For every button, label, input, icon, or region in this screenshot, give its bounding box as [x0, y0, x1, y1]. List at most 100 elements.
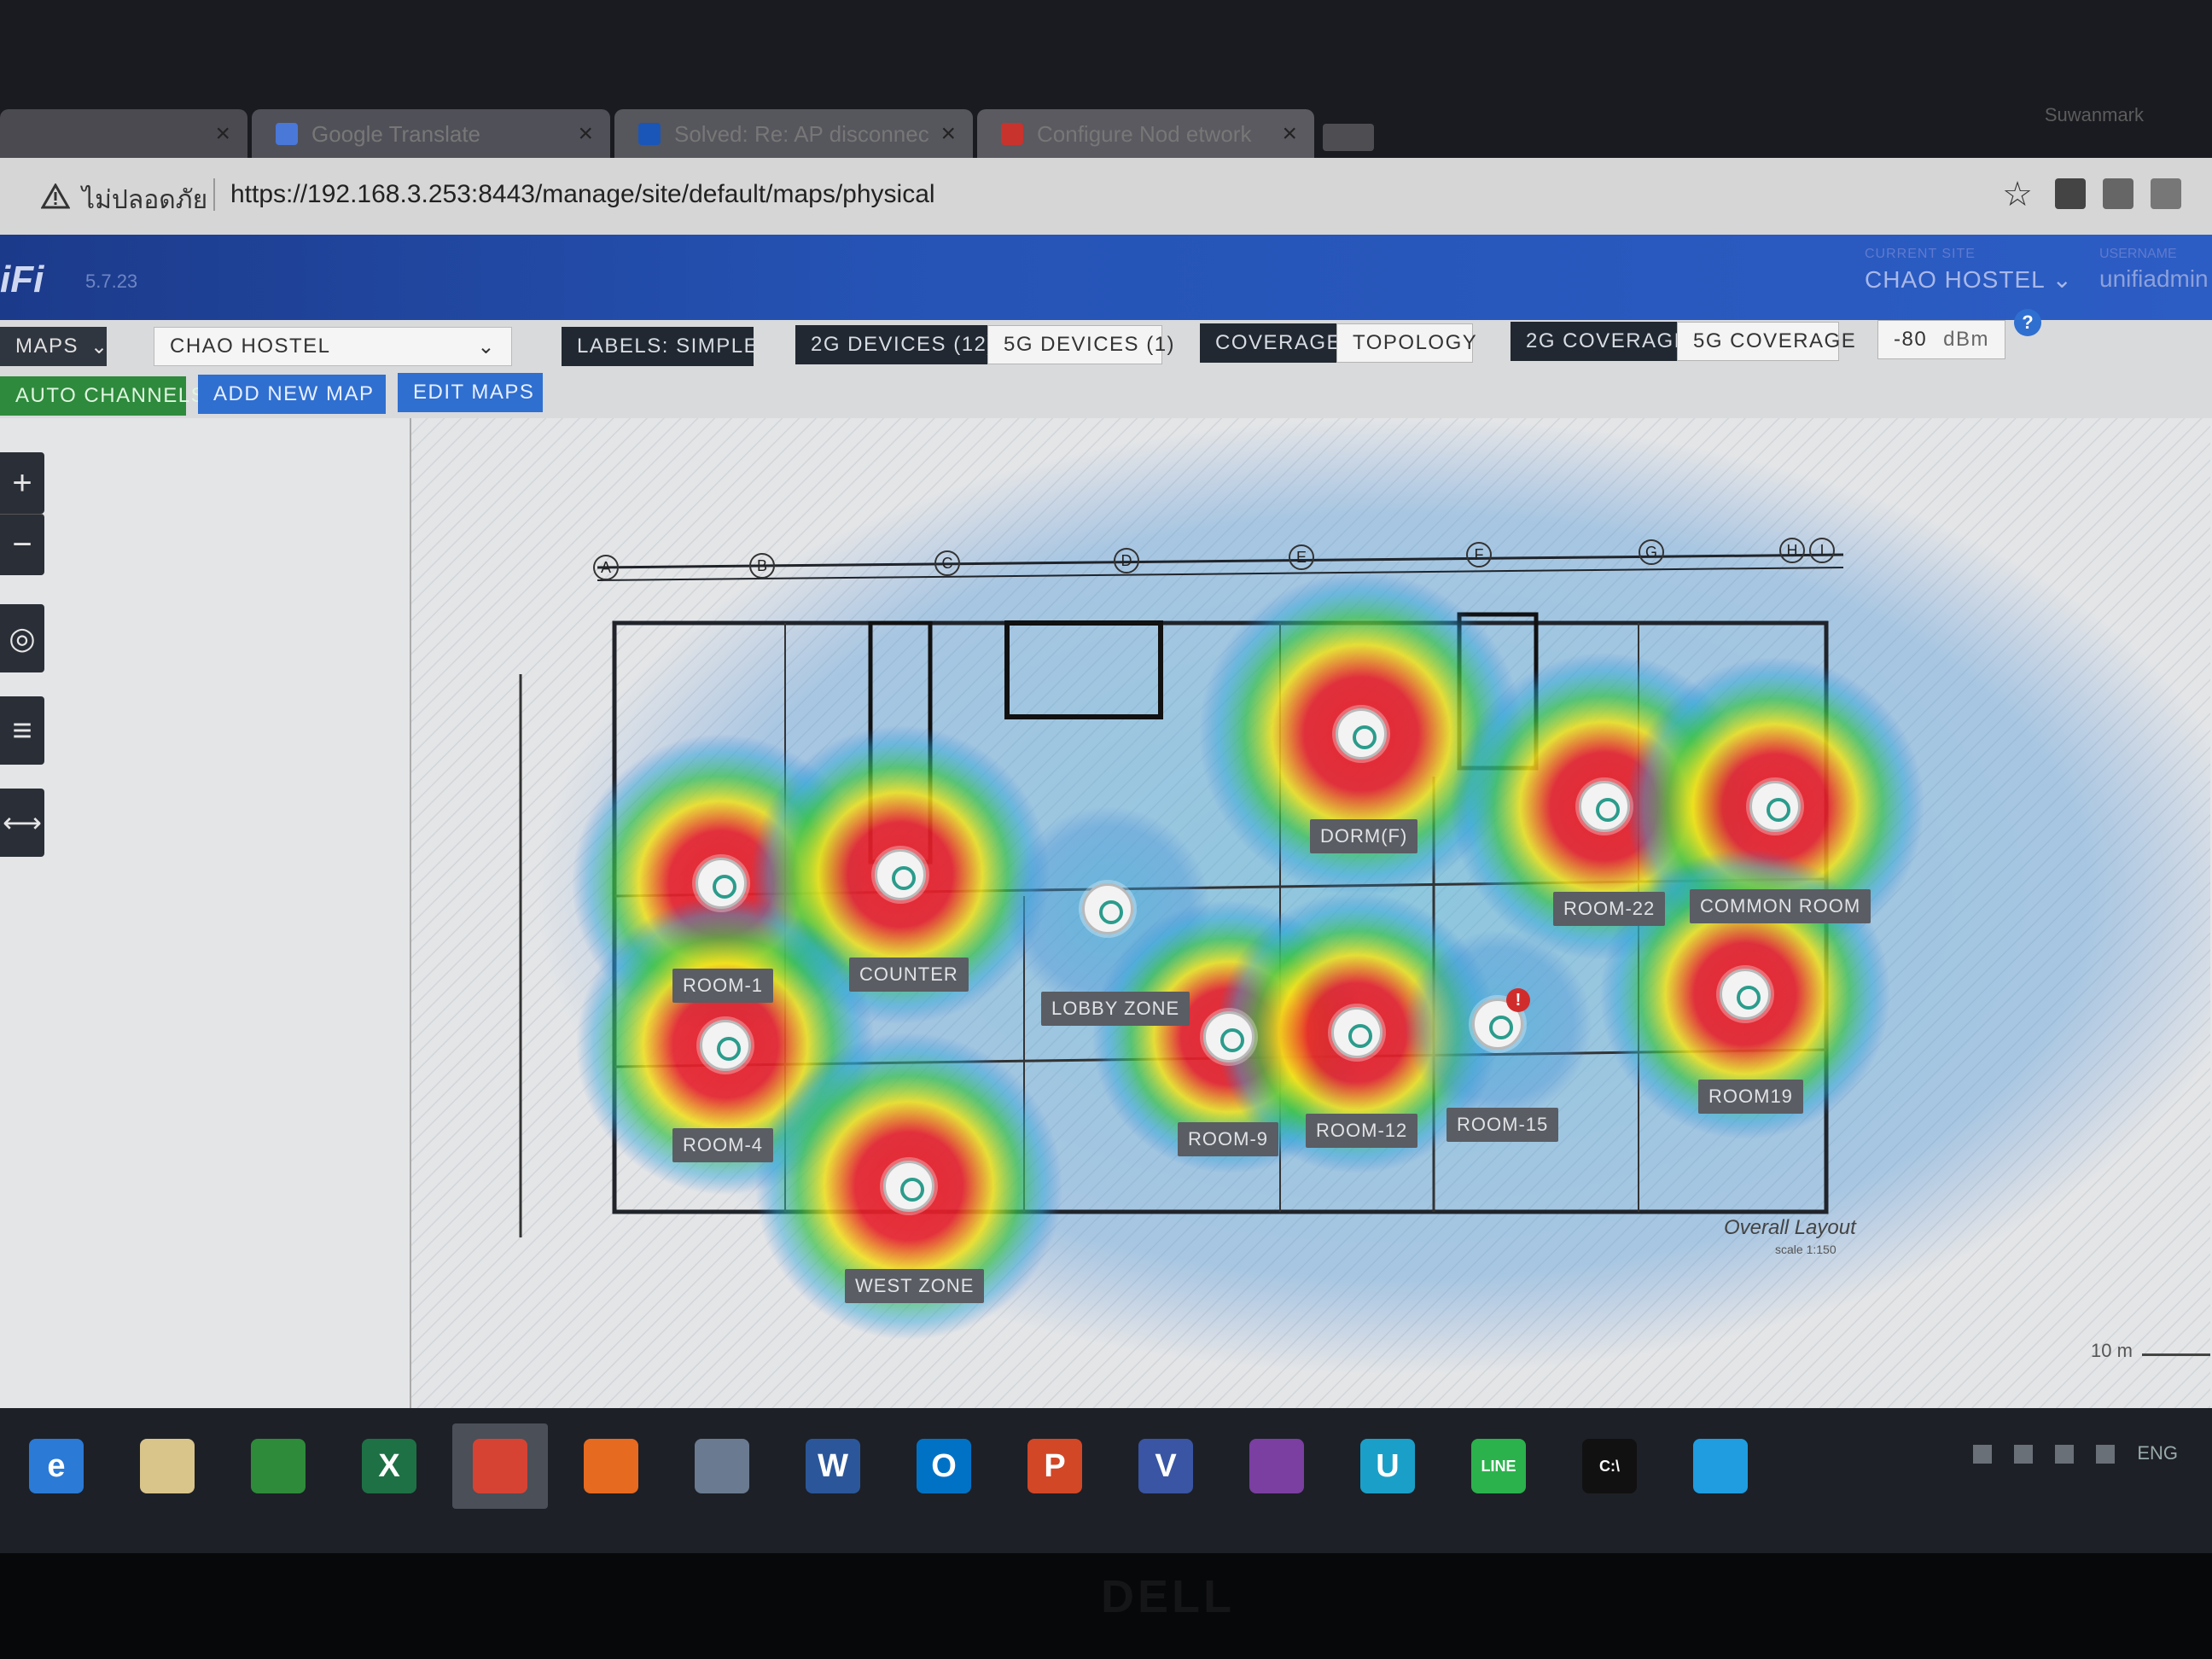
excel-icon: X [362, 1439, 416, 1493]
ap-label-room19[interactable]: ROOM19 [1698, 1080, 1803, 1114]
measure-icon[interactable]: ⟷ [0, 789, 44, 857]
tab-close-icon[interactable]: × [215, 119, 230, 148]
url-input[interactable]: https://192.168.3.253:8443/manage/site/d… [230, 180, 935, 209]
current-site-selector[interactable]: CHAO HOSTEL ⌄ [1865, 265, 2073, 294]
not-secure-label[interactable]: ไม่ปลอดภัย [82, 180, 207, 220]
access-point-icon[interactable] [1336, 708, 1387, 760]
browser-tab-google-translate[interactable]: Google Translate × [252, 109, 610, 158]
ap-label-room-12[interactable]: ROOM-12 [1306, 1114, 1418, 1148]
access-point-icon[interactable] [1082, 883, 1133, 934]
taskbar-cmd-button[interactable]: C:\ [1562, 1423, 1657, 1509]
2g-coverage-tab[interactable]: 2G COVERAGE [1511, 322, 1688, 361]
volume-icon[interactable] [2096, 1445, 2116, 1464]
new-tab-button[interactable] [1323, 124, 1374, 151]
taskbar-file-explorer-button[interactable] [119, 1423, 215, 1509]
extension-icon[interactable] [2055, 178, 2086, 209]
ap-label-counter[interactable]: COUNTER [849, 958, 969, 992]
access-point-icon[interactable] [875, 849, 926, 900]
2g-devices-tab[interactable]: 2G DEVICES (12) [795, 325, 993, 364]
access-point-icon[interactable] [696, 858, 747, 909]
address-bar: ไม่ปลอดภัย https://192.168.3.253:8443/ma… [0, 158, 2212, 235]
grid-marker: G [1639, 539, 1664, 565]
ap-label-lobby-zone[interactable]: LOBBY ZONE [1041, 992, 1190, 1026]
ap-label-common-room[interactable]: COMMON ROOM [1690, 889, 1871, 923]
taskbar-excel-button[interactable]: X [341, 1423, 437, 1509]
map-canvas[interactable]: + − ◎ ≡ ⟷ A B C D E F G H I DORM(F) ROOM… [0, 418, 2212, 1408]
5g-devices-tab[interactable]: 5G DEVICES (1) [987, 325, 1174, 364]
flag-icon[interactable] [1972, 1445, 1992, 1464]
taskbar-line-button[interactable]: LINE [1451, 1423, 1546, 1509]
tab-close-icon[interactable]: × [940, 119, 956, 148]
taskbar-unifi-button[interactable]: U [1340, 1423, 1435, 1509]
ap-label-room-22[interactable]: ROOM-22 [1553, 892, 1666, 926]
taskbar-chrome-button[interactable] [452, 1423, 548, 1509]
browser-tab-solved[interactable]: Solved: Re: AP disconnec × [614, 109, 973, 158]
locate-target-icon[interactable]: ◎ [0, 604, 44, 672]
access-point-icon[interactable] [700, 1020, 751, 1071]
taskbar-store-button[interactable] [230, 1423, 326, 1509]
taskbar-edge-button[interactable]: e [9, 1423, 104, 1509]
bookmark-star-icon[interactable]: ☆ [2002, 175, 2033, 214]
taskbar-outlook-button[interactable]: O [896, 1423, 992, 1509]
extension-icon[interactable] [2151, 178, 2181, 209]
unifi-logo[interactable]: iFi [0, 259, 44, 301]
map-dropdown[interactable]: CHAO HOSTEL ⌄ [154, 327, 512, 366]
5g-coverage-tab[interactable]: 5G COVERAGE [1677, 322, 1855, 361]
network-icon[interactable] [2013, 1445, 2033, 1464]
taskbar-firefox-button[interactable] [563, 1423, 659, 1509]
app-header: iFi 5.7.23 CURRENT SITE CHAO HOSTEL ⌄ US… [0, 235, 2212, 320]
maps-select[interactable]: MAPS ⌄ [0, 327, 108, 366]
ap-label-dorm-f[interactable]: DORM(F) [1310, 819, 1418, 853]
skype-icon [1693, 1439, 1748, 1493]
taskbar-skype-button[interactable] [1673, 1423, 1768, 1509]
grid-marker: C [934, 550, 960, 576]
taskbar-onenote-button[interactable] [1229, 1423, 1324, 1509]
access-point-icon[interactable] [883, 1161, 934, 1212]
tab-close-icon[interactable]: × [578, 119, 593, 148]
tab-close-icon[interactable]: × [1282, 119, 1297, 148]
auto-channels-button[interactable]: AUTO CHANNELS [0, 376, 205, 416]
add-new-map-button[interactable]: ADD NEW MAP [198, 375, 386, 414]
map-dropdown-value: CHAO HOSTEL [170, 335, 331, 358]
ap-label-room-1[interactable]: ROOM-1 [672, 969, 773, 1003]
browser-tab-current[interactable]: × [0, 109, 247, 158]
extension-icon[interactable] [2103, 178, 2133, 209]
device-list-icon[interactable]: ≡ [0, 696, 44, 765]
access-point-icon[interactable] [1579, 781, 1630, 832]
battery-icon[interactable] [2055, 1445, 2075, 1464]
signal-threshold-unit: dBm [1943, 328, 1989, 351]
zoom-out-button[interactable]: − [0, 514, 44, 575]
edit-maps-button[interactable]: EDIT MAPS [398, 373, 543, 412]
language-indicator[interactable]: ENG [2137, 1442, 2178, 1464]
username[interactable]: unifiadmin [2099, 265, 2209, 293]
ap-label-west-zone[interactable]: WEST ZONE [845, 1269, 985, 1303]
taskbar-powerpoint-button[interactable]: P [1007, 1423, 1103, 1509]
access-point-icon[interactable] [1331, 1007, 1382, 1058]
labels-toggle-button[interactable]: LABELS: SIMPLE [562, 327, 758, 366]
browser-tab-configure[interactable]: Configure Nod etwork × [977, 109, 1314, 158]
os-user-name: Suwanmark [2044, 104, 2144, 125]
taskbar-network-button[interactable] [674, 1423, 770, 1509]
coverage-tab[interactable]: COVERAGE [1200, 323, 1341, 363]
current-site-name: CHAO HOSTEL [1865, 266, 2045, 293]
ap-alert-badge[interactable]: ! [1506, 988, 1530, 1012]
access-point-icon[interactable] [1203, 1011, 1254, 1062]
line-icon: LINE [1471, 1439, 1526, 1493]
taskbar-visio-button[interactable]: V [1118, 1423, 1214, 1509]
access-point-icon[interactable] [1749, 781, 1801, 832]
powerpoint-icon: P [1027, 1439, 1082, 1493]
access-point-icon[interactable] [1720, 969, 1771, 1020]
ap-label-room-4[interactable]: ROOM-4 [672, 1128, 773, 1162]
ap-label-room-9[interactable]: ROOM-9 [1178, 1122, 1278, 1156]
windows-taskbar: e X W O P V U LINE C:\ ENG [0, 1408, 2212, 1553]
taskbar-word-button[interactable]: W [785, 1423, 881, 1509]
help-icon[interactable]: ? [2014, 309, 2041, 336]
topology-tab[interactable]: TOPOLOGY [1336, 323, 1476, 363]
grid-marker: F [1466, 542, 1492, 568]
outlook-icon: O [917, 1439, 971, 1493]
zoom-in-button[interactable]: + [0, 452, 44, 514]
chevron-down-icon: ⌄ [2052, 266, 2073, 293]
ap-label-room-15[interactable]: ROOM-15 [1447, 1108, 1559, 1142]
onenote-icon [1249, 1439, 1304, 1493]
signal-threshold-input[interactable]: -80 dBm [1877, 320, 2005, 359]
